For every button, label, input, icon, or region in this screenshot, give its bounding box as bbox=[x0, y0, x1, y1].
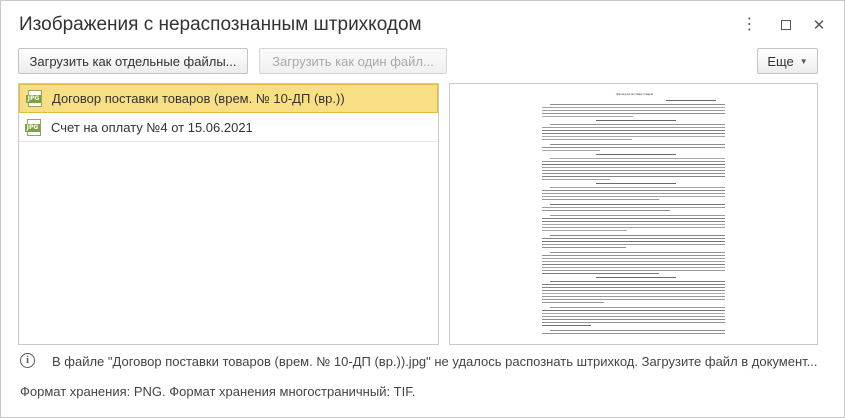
text-line bbox=[550, 124, 725, 125]
text-line bbox=[542, 255, 725, 256]
text-line bbox=[542, 270, 725, 271]
text-line bbox=[542, 230, 628, 231]
text-line bbox=[542, 218, 725, 219]
text-line bbox=[542, 196, 725, 197]
text-line bbox=[542, 241, 725, 242]
dialog-window: Изображения с нераспознанным штрихкодом … bbox=[0, 0, 845, 418]
maximize-square bbox=[781, 20, 791, 30]
storage-format-text: Формат хранения: PNG. Формат хранения мн… bbox=[20, 384, 416, 399]
info-message: В файле "Договор поставки товаров (врем.… bbox=[52, 354, 818, 369]
more-menu-label: Еще bbox=[767, 53, 794, 69]
document-thumbnail: Договор на поставку товаров bbox=[536, 90, 733, 340]
info-row: i bbox=[20, 353, 35, 368]
text-line bbox=[550, 235, 725, 236]
text-line bbox=[542, 316, 725, 317]
text-line bbox=[542, 290, 725, 291]
text-line bbox=[542, 319, 725, 320]
text-line bbox=[550, 252, 725, 253]
text-line bbox=[542, 284, 725, 285]
text-line bbox=[550, 104, 725, 105]
section-heading-line bbox=[596, 120, 676, 121]
close-icon[interactable]: ✕ bbox=[807, 13, 831, 37]
text-line bbox=[542, 193, 725, 194]
text-line bbox=[542, 136, 725, 137]
document-thumbnail-title: Договор на поставку товаров bbox=[615, 92, 654, 96]
upload-separate-files-button[interactable]: Загрузить как отдельные файлы... bbox=[18, 48, 248, 74]
text-line bbox=[542, 167, 725, 168]
text-line bbox=[550, 204, 725, 205]
text-line bbox=[542, 113, 725, 114]
text-line bbox=[542, 116, 633, 117]
text-line bbox=[542, 322, 725, 323]
text-line bbox=[542, 170, 725, 171]
text-line bbox=[542, 133, 725, 134]
list-item[interactable]: JPG Счет на оплату №4 от 15.06.2021 bbox=[19, 113, 438, 142]
text-line bbox=[542, 302, 604, 303]
maximize-icon[interactable] bbox=[774, 13, 798, 37]
text-line bbox=[542, 273, 659, 274]
text-line bbox=[542, 107, 725, 108]
text-line bbox=[542, 190, 725, 191]
text-line bbox=[542, 130, 725, 131]
text-line bbox=[550, 158, 725, 159]
text-line bbox=[542, 164, 725, 165]
text-line bbox=[542, 244, 725, 245]
text-line bbox=[542, 227, 725, 228]
text-line bbox=[542, 139, 632, 140]
text-line bbox=[542, 176, 725, 177]
text-line bbox=[542, 238, 725, 239]
jpg-file-icon: JPG bbox=[25, 118, 42, 136]
text-line bbox=[542, 173, 725, 174]
text-line bbox=[666, 100, 716, 101]
info-icon: i bbox=[20, 353, 35, 368]
dialog-title: Изображения с нераспознанным штрихкодом bbox=[19, 14, 422, 35]
text-line bbox=[542, 127, 725, 128]
text-line bbox=[542, 221, 725, 222]
text-line bbox=[542, 310, 725, 311]
text-line bbox=[542, 110, 725, 111]
text-line bbox=[550, 307, 725, 308]
text-line bbox=[542, 267, 725, 268]
text-line bbox=[542, 333, 725, 334]
section-heading-line bbox=[596, 154, 676, 155]
section-heading-line bbox=[596, 183, 676, 184]
text-line bbox=[542, 325, 591, 326]
list-item[interactable]: JPG Договор поставки товаров (врем. № 10… bbox=[19, 84, 438, 113]
text-line bbox=[542, 296, 725, 297]
text-line bbox=[550, 144, 725, 145]
image-file-list[interactable]: JPG Договор поставки товаров (врем. № 10… bbox=[18, 83, 439, 345]
text-line bbox=[542, 293, 725, 294]
text-line bbox=[542, 224, 725, 225]
text-line bbox=[542, 313, 725, 314]
text-line bbox=[542, 199, 660, 200]
text-line bbox=[542, 207, 725, 208]
more-options-icon[interactable]: ⋮ bbox=[737, 13, 761, 37]
text-line bbox=[542, 247, 626, 248]
text-line bbox=[542, 147, 725, 148]
text-line bbox=[542, 264, 725, 265]
more-menu-button[interactable]: Еще ▼ bbox=[757, 48, 818, 74]
text-line bbox=[550, 330, 725, 331]
image-preview: Договор на поставку товаров bbox=[449, 83, 818, 345]
text-line bbox=[542, 179, 611, 180]
file-name: Договор поставки товаров (врем. № 10-ДП … bbox=[52, 91, 345, 106]
text-line bbox=[550, 187, 725, 188]
jpg-file-icon: JPG bbox=[26, 90, 43, 107]
text-line bbox=[550, 281, 725, 282]
file-name: Счет на оплату №4 от 15.06.2021 bbox=[51, 119, 253, 135]
text-line bbox=[542, 161, 725, 162]
text-line bbox=[542, 258, 725, 259]
section-heading-line bbox=[596, 277, 676, 278]
text-line bbox=[542, 287, 725, 288]
text-line bbox=[550, 215, 725, 216]
upload-single-file-button[interactable]: Загрузить как один файл... bbox=[259, 48, 447, 74]
text-line bbox=[542, 210, 671, 211]
text-line bbox=[542, 261, 725, 262]
chevron-down-icon: ▼ bbox=[799, 56, 808, 66]
text-line bbox=[542, 299, 725, 300]
text-line bbox=[542, 150, 600, 151]
